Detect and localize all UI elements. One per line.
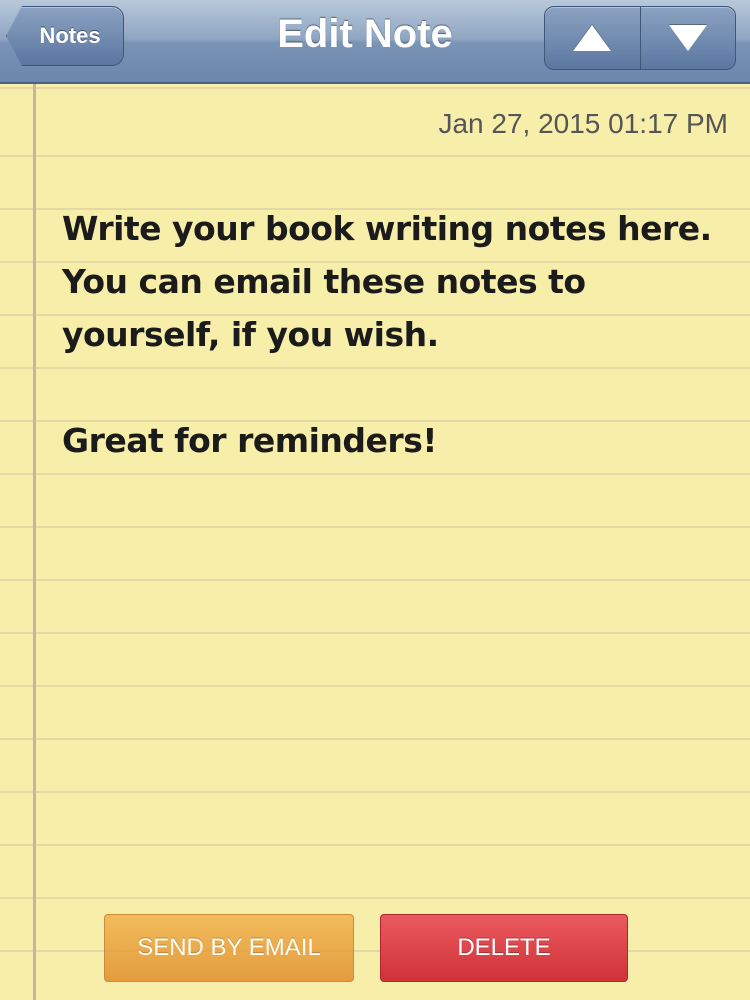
back-button-label: Notes bbox=[39, 23, 101, 48]
navigation-bar: Notes Edit Note bbox=[0, 0, 750, 84]
note-timestamp: Jan 27, 2015 01:17 PM bbox=[438, 108, 728, 139]
edit-note-screen: Notes Edit Note Jan 27, 2015 01:17 PM Wr… bbox=[0, 0, 750, 1000]
previous-note-button[interactable] bbox=[545, 7, 640, 69]
note-navigation-control bbox=[544, 6, 736, 70]
page-title: Edit Note bbox=[277, 12, 453, 56]
send-by-email-label: SEND BY EMAIL bbox=[137, 934, 321, 961]
note-text-area[interactable]: Write your book writing notes here. You … bbox=[62, 202, 732, 467]
send-by-email-button[interactable]: SEND BY EMAIL bbox=[104, 914, 354, 982]
delete-button[interactable]: DELETE bbox=[380, 914, 628, 982]
margin-line bbox=[33, 84, 36, 1000]
arrow-down-icon bbox=[668, 25, 707, 51]
back-button[interactable]: Notes bbox=[6, 6, 124, 66]
next-note-button[interactable] bbox=[639, 7, 736, 69]
delete-label: DELETE bbox=[457, 934, 551, 961]
arrow-up-icon bbox=[573, 25, 612, 51]
note-paper: Jan 27, 2015 01:17 PM Write your book wr… bbox=[0, 84, 750, 1000]
